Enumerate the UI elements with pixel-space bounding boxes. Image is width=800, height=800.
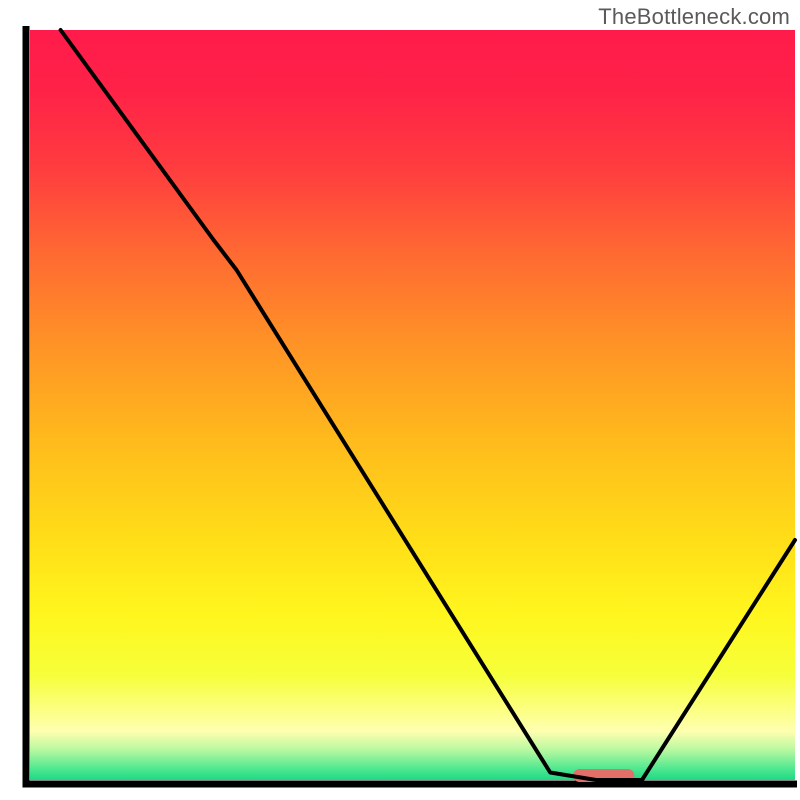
bottleneck-chart xyxy=(0,0,800,800)
chart-container: TheBottleneck.com xyxy=(0,0,800,800)
watermark-text: TheBottleneck.com xyxy=(598,4,790,30)
